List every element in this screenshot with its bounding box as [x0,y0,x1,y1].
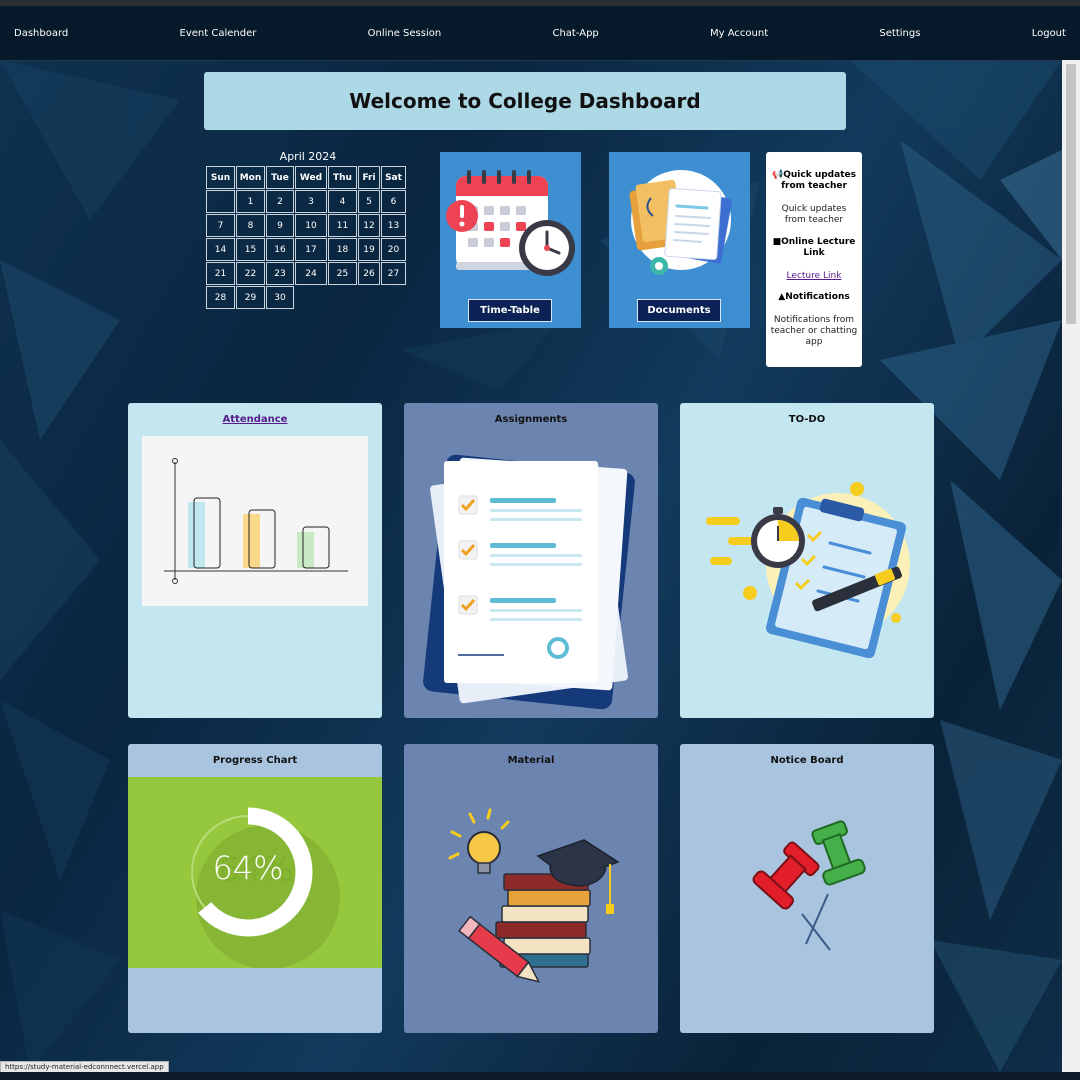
calendar-day-cell[interactable]: 19 [358,238,380,261]
calendar-day-cell[interactable]: 23 [266,262,294,285]
calendar-day-header: Mon [236,166,265,189]
vertical-scrollbar[interactable] [1062,60,1080,1072]
calendar-day-header: Tue [266,166,294,189]
documents-icon [629,170,732,275]
calendar-day-cell[interactable]: 25 [328,262,357,285]
progress-chart-panel: 64% 64% [128,777,382,968]
material-card[interactable]: Material [404,744,658,1033]
nav-logout[interactable]: Logout [1032,28,1066,39]
nav-online-session[interactable]: Online Session [368,28,442,39]
calendar-day-cell[interactable]: 17 [295,238,327,261]
nav-chat-app[interactable]: Chat-App [552,28,598,39]
calendar: April 2024 Sun Mon Tue Wed Thu Fri Sat 1… [205,150,411,310]
calendar-day-cell[interactable]: 4 [328,190,357,213]
nav-dashboard[interactable]: Dashboard [14,28,68,39]
assignment-checklist-icon [423,454,635,710]
calendar-day-cell[interactable]: 29 [236,286,265,309]
calendar-month-title: April 2024 [279,150,337,163]
calendar-day-cell[interactable]: 18 [328,238,357,261]
calendar-day-cell[interactable]: 24 [295,262,327,285]
calendar-day-header: Sat [381,166,406,189]
calendar-day-cell[interactable]: 2 [266,190,294,213]
calendar-day-cell[interactable]: 3 [295,190,327,213]
books-graduation-cap-icon [448,808,620,983]
todo-clipboard-icon [706,482,910,659]
calendar-day-cell[interactable]: 15 [236,238,265,261]
lecture-link[interactable]: Lecture Link [770,271,858,281]
progress-value: 64% [212,849,284,887]
calendar-day-cell[interactable]: 22 [236,262,265,285]
calendar-day-header: Sun [206,166,235,189]
attendance-card[interactable]: Attendance [128,403,382,718]
nav-my-account[interactable]: My Account [710,28,768,39]
attendance-card-header: Attendance [128,403,382,425]
calendar-day-header: Fri [358,166,380,189]
quick-updates-text: Quick updates from teacher [781,204,847,225]
timetable-button[interactable]: Time-Table [468,299,552,322]
calendar-day-cell[interactable]: 27 [381,262,406,285]
os-taskbar [0,1072,1080,1080]
notifications-text: Notifications from teacher or chatting a… [770,315,858,347]
calendar-day-cell[interactable]: 28 [206,286,235,309]
calendar-day-cell[interactable]: 30 [266,286,294,309]
calendar-day-cell[interactable]: 11 [328,214,357,237]
calendar-clock-icon [446,170,575,276]
timetable-tile[interactable]: Time-Table [440,152,581,328]
calendar-day-cell[interactable]: 8 [236,214,265,237]
welcome-banner: Welcome to College Dashboard [204,72,846,130]
calendar-day-header: Wed [295,166,327,189]
calendar-day-cell[interactable]: 6 [381,190,406,213]
online-lecture-heading: ■Online Lecture Link [772,237,856,258]
calendar-grid: Sun Mon Tue Wed Thu Fri Sat 1 2 3 4 5 6 … [205,165,407,310]
progress-chart-title: Progress Chart [212,755,298,766]
material-title: Material [507,755,555,766]
nav-event-calender[interactable]: Event Calender [180,28,257,39]
calendar-day-cell[interactable]: 26 [358,262,380,285]
quick-updates-heading: 📢Quick updates from teacher [772,170,856,191]
calendar-day-cell[interactable]: 1 [236,190,265,213]
calendar-day-cell[interactable]: 12 [358,214,380,237]
calendar-day-cell[interactable]: 16 [266,238,294,261]
assignments-title: Assignments [494,414,568,425]
scrollbar-thumb[interactable] [1066,64,1076,324]
calendar-day-cell[interactable]: 13 [381,214,406,237]
top-navbar: Dashboard Event Calender Online Session … [0,6,1080,61]
calendar-day-cell[interactable]: 20 [381,238,406,261]
notice-board-card[interactable]: Notice Board [680,744,934,1033]
calendar-day-cell[interactable]: 14 [206,238,235,261]
assignments-card[interactable]: Assignments [404,403,658,718]
calendar-day-cell[interactable]: 7 [206,214,235,237]
notice-board-title: Notice Board [770,755,844,766]
page-title: Welcome to College Dashboard [349,89,701,113]
calendar-day-cell [206,190,235,213]
todo-card[interactable]: TO-DO [680,403,934,718]
calendar-day-header: Thu [328,166,357,189]
nav-settings[interactable]: Settings [879,28,920,39]
attendance-link[interactable]: Attendance [223,414,288,425]
calendar-day-cell[interactable]: 21 [206,262,235,285]
notifications-heading: ▲Notifications [778,292,850,302]
calendar-day-cell[interactable]: 5 [358,190,380,213]
bar-chart-illustration-icon [142,436,368,606]
calendar-day-cell[interactable]: 10 [295,214,327,237]
video-camera-icon: ■ [772,237,782,247]
calendar-day-cell[interactable]: 9 [266,214,294,237]
push-pins-icon [752,820,866,951]
documents-button[interactable]: Documents [637,299,721,322]
documents-tile[interactable]: Documents [609,152,750,328]
todo-title: TO-DO [788,414,826,425]
megaphone-icon: 📢 [772,170,784,180]
progress-chart-card[interactable]: Progress Chart 64% 64% [128,744,382,1033]
updates-panel: 📢Quick updates from teacher Quick update… [766,152,862,367]
